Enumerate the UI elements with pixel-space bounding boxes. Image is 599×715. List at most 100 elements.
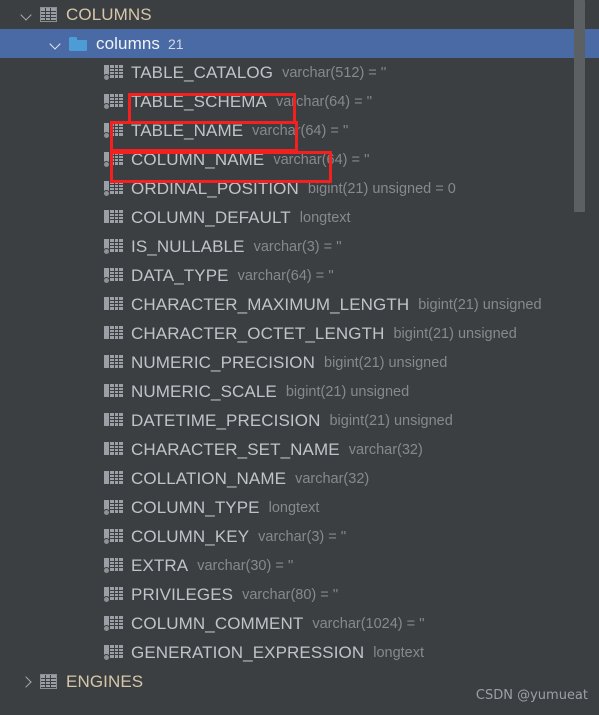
tree-label-engines-table: ENGINES <box>66 671 144 691</box>
column-row[interactable]: GENERATION_EXPRESSION longtext <box>0 638 599 667</box>
column-type-label: varchar(30) = '' <box>197 557 294 574</box>
column-row[interactable]: CHARACTER_SET_NAME varchar(32) <box>0 435 599 464</box>
column-name-label: CHARACTER_MAXIMUM_LENGTH <box>131 294 410 314</box>
column-type-label: bigint(21) unsigned <box>393 325 517 342</box>
column-type-label: varchar(64) = '' <box>275 93 373 110</box>
column-name-label: COLLATION_NAME <box>131 468 287 488</box>
column-name-label: EXTRA <box>131 555 189 575</box>
column-name-label: GENERATION_EXPRESSION <box>131 642 365 662</box>
column-row[interactable]: DATETIME_PRECISION bigint(21) unsigned <box>0 406 599 435</box>
column-type-label: bigint(21) unsigned <box>324 354 448 371</box>
column-type-label: varchar(64) = '' <box>252 122 349 139</box>
column-row[interactable]: COLUMN_DEFAULT longtext <box>0 203 599 232</box>
column-row[interactable]: NUMERIC_PRECISION bigint(21) unsigned <box>0 348 599 377</box>
column-name-label: CHARACTER_OCTET_LENGTH <box>131 323 385 343</box>
column-type-label: varchar(32) <box>295 470 370 487</box>
chevron-down-icon[interactable] <box>47 35 65 53</box>
tree-row-columns-group[interactable]: columns 21 <box>0 29 599 58</box>
column-row[interactable]: COLUMN_COMMENT varchar(1024) = '' <box>0 609 599 638</box>
column-list: TABLE_CATALOG varchar(512) = '' TABLE_SCHE… <box>0 58 599 667</box>
column-type-label: varchar(64) = '' <box>237 267 334 284</box>
column-name-label: CHARACTER_SET_NAME <box>131 439 340 459</box>
column-name-label: TABLE_CATALOG <box>131 62 274 82</box>
column-row[interactable]: PRIVILEGES varchar(80) = '' <box>0 580 599 609</box>
column-type-label: bigint(21) unsigned <box>285 383 410 400</box>
column-name-label: COLUMN_NAME <box>131 149 265 169</box>
column-name-label: NUMERIC_SCALE <box>131 381 277 401</box>
chevron-right-icon[interactable] <box>18 673 36 691</box>
column-name-label: COLUMN_COMMENT <box>131 613 304 633</box>
column-name-label: TABLE_SCHEMA <box>131 91 267 111</box>
column-icon <box>104 355 123 370</box>
column-row[interactable]: COLLATION_NAME varchar(32) <box>0 464 599 493</box>
column-icon <box>103 268 123 284</box>
column-row[interactable]: COLUMN_NAME varchar(64) = '' <box>0 145 599 174</box>
column-icon <box>104 471 123 486</box>
tree-row-columns-table[interactable]: COLUMNS <box>0 0 599 29</box>
column-icon <box>103 529 123 545</box>
column-icon <box>103 616 123 632</box>
column-name-label: NUMERIC_PRECISION <box>131 352 316 372</box>
column-icon <box>103 94 123 110</box>
column-icon <box>103 239 123 255</box>
column-row[interactable]: DATA_TYPE varchar(64) = '' <box>0 261 599 290</box>
column-row[interactable]: TABLE_NAME varchar(64) = '' <box>0 116 599 145</box>
column-icon <box>104 297 123 312</box>
watermark: CSDN @yumueat <box>475 688 588 703</box>
column-row[interactable]: TABLE_CATALOG varchar(512) = '' <box>0 58 599 87</box>
column-row[interactable]: CHARACTER_MAXIMUM_LENGTH bigint(21) unsig… <box>0 290 599 319</box>
column-icon <box>104 384 123 399</box>
column-type-label: longtext <box>299 209 351 226</box>
column-type-label: varchar(64) = '' <box>273 151 370 168</box>
column-type-label: longtext <box>268 499 320 516</box>
column-row[interactable]: TABLE_SCHEMA varchar(64) = '' <box>0 87 599 116</box>
column-row[interactable]: CHARACTER_OCTET_LENGTH bigint(21) unsigne… <box>0 319 599 348</box>
column-name-label: ORDINAL_POSITION <box>131 178 299 198</box>
tree-label-columns-table: COLUMNS <box>66 4 152 24</box>
column-type-label: bigint(21) unsigned = 0 <box>307 180 456 197</box>
column-type-label: varchar(80) = '' <box>242 586 339 603</box>
column-type-label: varchar(3) = '' <box>253 238 342 255</box>
column-type-label: varchar(1024) = '' <box>312 615 425 632</box>
column-icon <box>104 326 123 341</box>
vertical-scrollbar-thumb[interactable] <box>574 0 585 212</box>
column-row[interactable]: ORDINAL_POSITION bigint(21) unsigned = 0 <box>0 174 599 203</box>
column-row[interactable]: NUMERIC_SCALE bigint(21) unsigned <box>0 377 599 406</box>
column-icon <box>103 152 123 168</box>
column-icon <box>103 500 123 516</box>
column-name-label: COLUMN_KEY <box>131 526 250 546</box>
column-name-label: DATA_TYPE <box>131 265 229 285</box>
column-row[interactable]: COLUMN_KEY varchar(3) = '' <box>0 522 599 551</box>
column-type-label: varchar(3) = '' <box>258 528 347 545</box>
column-icon <box>103 65 123 81</box>
column-row[interactable]: EXTRA varchar(30) = '' <box>0 551 599 580</box>
column-icon <box>104 442 123 457</box>
column-row[interactable]: COLUMN_TYPE longtext <box>0 493 599 522</box>
column-type-label: varchar(32) <box>348 441 423 458</box>
column-name-label: TABLE_NAME <box>131 120 244 140</box>
column-name-label: PRIVILEGES <box>131 584 234 604</box>
tree-label-columns-group: columns <box>96 33 161 53</box>
table-icon <box>40 7 57 22</box>
table-icon <box>40 674 57 689</box>
column-icon <box>104 210 123 225</box>
column-type-label: bigint(21) unsigned <box>418 296 542 313</box>
column-icon <box>103 587 123 603</box>
database-tree-panel: COLUMNS columns 21 TABLE_CATALOG varchar(… <box>0 0 599 715</box>
column-type-label: longtext <box>373 644 425 661</box>
columns-count: 21 <box>168 35 184 52</box>
column-icon <box>103 558 123 574</box>
column-icon <box>103 181 123 197</box>
column-name-label: IS_NULLABLE <box>131 236 245 256</box>
column-icon <box>103 123 123 139</box>
column-row[interactable]: IS_NULLABLE varchar(3) = '' <box>0 232 599 261</box>
column-name-label: COLUMN_TYPE <box>131 497 260 517</box>
column-name-label: COLUMN_DEFAULT <box>131 207 291 227</box>
chevron-down-icon[interactable] <box>18 6 36 24</box>
folder-icon <box>69 36 87 51</box>
column-icon <box>103 645 123 661</box>
column-type-label: bigint(21) unsigned <box>329 412 453 429</box>
column-type-label: varchar(512) = '' <box>282 64 387 81</box>
column-name-label: DATETIME_PRECISION <box>131 410 321 430</box>
column-icon <box>104 413 123 428</box>
